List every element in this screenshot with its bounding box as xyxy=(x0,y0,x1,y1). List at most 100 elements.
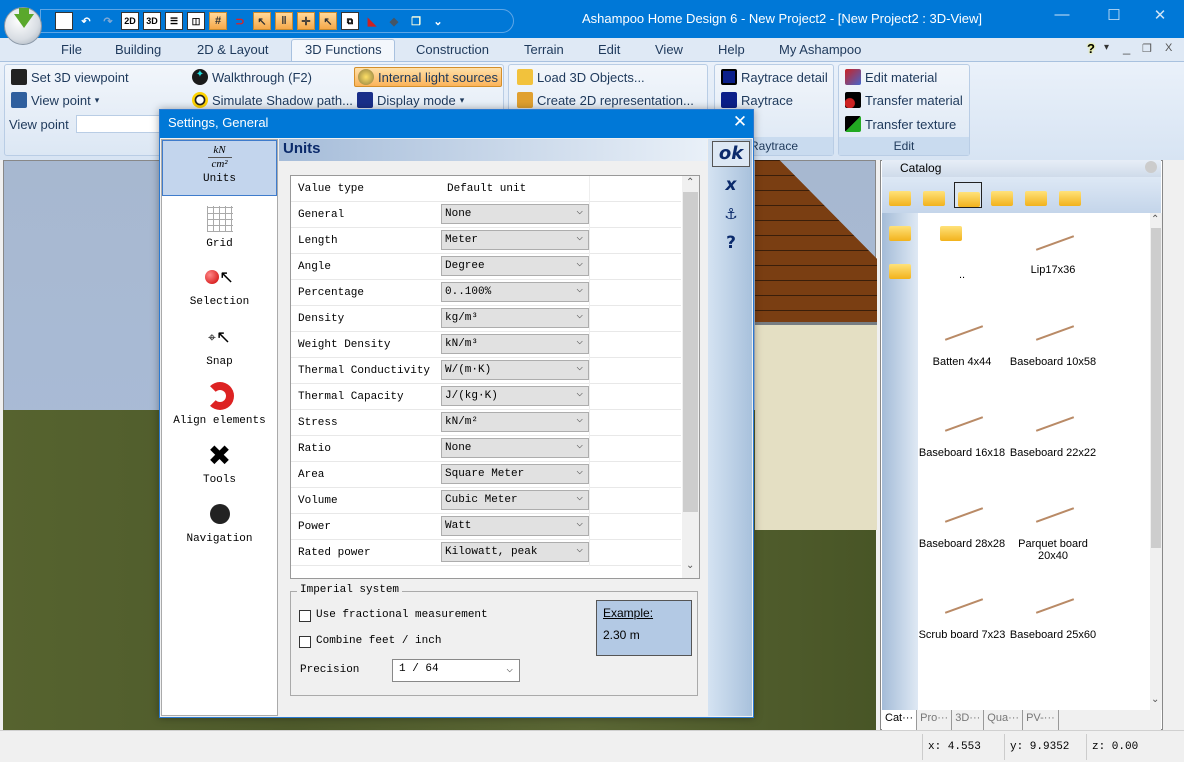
raytrace-detail-button[interactable]: Raytrace detail xyxy=(721,69,828,85)
close-button[interactable]: ✕ xyxy=(1145,6,1175,24)
unit-select[interactable]: J/(kg·K) xyxy=(441,385,589,406)
combine-feet-inch-checkbox[interactable] xyxy=(299,636,311,648)
view-point-input[interactable] xyxy=(76,115,161,133)
tab-catalog[interactable]: Cat··· xyxy=(882,710,918,730)
mdi-close-button[interactable]: X xyxy=(1165,42,1172,54)
grid-icon[interactable]: # xyxy=(209,12,227,30)
folder-globe-icon[interactable] xyxy=(1022,182,1050,208)
unit-select[interactable]: kN/m³ xyxy=(441,333,589,354)
transfer-texture-button[interactable]: Transfer texture xyxy=(845,116,956,132)
application-menu-button[interactable] xyxy=(4,7,42,45)
pin-icon[interactable] xyxy=(1145,161,1157,173)
unit-select[interactable]: kg/m³ xyxy=(441,307,589,328)
internal-light-sources-button[interactable]: Internal light sources xyxy=(354,67,502,87)
transfer-material-button[interactable]: Transfer material xyxy=(845,92,963,108)
nav-selection[interactable]: ↖ Selection xyxy=(162,258,277,314)
help-icon[interactable]: ? xyxy=(1087,41,1095,56)
redo-icon[interactable]: ↷ xyxy=(99,12,117,30)
catalog-item[interactable]: Lip17x36 xyxy=(1007,228,1099,276)
edit-material-button[interactable]: Edit material xyxy=(845,69,937,85)
tab-2d-layout[interactable]: 2D & Layout xyxy=(197,42,269,57)
tab-quantities[interactable]: Qua··· xyxy=(984,710,1024,730)
anchor-button[interactable]: ⚓ xyxy=(712,205,750,223)
tab-3d-functions[interactable]: 3D Functions xyxy=(305,42,382,57)
simulate-shadow-button[interactable]: Simulate Shadow path... xyxy=(192,92,353,108)
folder-up-icon[interactable] xyxy=(886,182,914,208)
fractional-checkbox[interactable] xyxy=(299,610,311,622)
unit-select[interactable]: None xyxy=(441,203,589,224)
layers-icon[interactable]: ◆ xyxy=(385,12,403,30)
table-scroll-down[interactable]: ⌄ xyxy=(686,560,694,571)
cancel-button[interactable]: x xyxy=(712,175,750,195)
table-scroll-thumb[interactable] xyxy=(683,192,698,512)
split-horizontal-icon[interactable]: ☰ xyxy=(165,12,183,30)
2d-view-icon[interactable]: 2D xyxy=(121,12,139,30)
folder-3d-objects-icon[interactable] xyxy=(954,182,982,208)
tab-construction[interactable]: Construction xyxy=(416,42,489,57)
snap-icon[interactable]: ✛ xyxy=(297,12,315,30)
unit-select[interactable]: 0..100% xyxy=(441,281,589,302)
unit-select[interactable]: Watt xyxy=(441,515,589,536)
maximize-button[interactable]: ☐ xyxy=(1099,6,1129,24)
texture-icon[interactable]: ◣ xyxy=(363,12,381,30)
pointer-icon[interactable]: ↖ xyxy=(319,12,337,30)
unit-select[interactable]: Degree xyxy=(441,255,589,276)
raytrace-button[interactable]: Raytrace xyxy=(721,92,793,108)
tab-project[interactable]: Pro··· xyxy=(917,710,953,730)
view-point-menu-button[interactable]: View point ▾ xyxy=(11,92,99,108)
tab-3d[interactable]: 3D··· xyxy=(952,710,985,730)
nav-align-elements[interactable]: Align elements xyxy=(162,377,277,432)
tab-terrain[interactable]: Terrain xyxy=(524,42,564,57)
unit-select[interactable]: None xyxy=(441,437,589,458)
3d-view-icon[interactable]: 3D xyxy=(143,12,161,30)
undo-icon[interactable]: ↶ xyxy=(77,12,95,30)
set-3d-viewpoint-button[interactable]: Set 3D viewpoint xyxy=(11,69,129,85)
unit-select[interactable]: Kilowatt, peak xyxy=(441,541,589,562)
copy-icon[interactable]: ❐ xyxy=(407,12,425,30)
display-mode-button[interactable]: Display mode ▾ xyxy=(357,92,464,108)
catalog-item[interactable]: Baseboard 25x60 xyxy=(1007,591,1099,641)
unit-select[interactable]: W/(m·K) xyxy=(441,359,589,380)
mdi-minimize-button[interactable]: _ xyxy=(1123,40,1130,55)
tab-file[interactable]: File xyxy=(61,42,82,57)
tab-my-ashampoo[interactable]: My Ashampoo xyxy=(779,42,861,57)
tab-building[interactable]: Building xyxy=(115,42,161,57)
unit-select[interactable]: Meter xyxy=(441,229,589,250)
catalog-item[interactable]: Baseboard 10x58 xyxy=(1007,318,1099,368)
create-2d-representation-button[interactable]: Create 2D representation... xyxy=(517,92,694,108)
walkthrough-button[interactable]: ✦ Walkthrough (F2) xyxy=(192,69,312,85)
ok-button[interactable]: ok xyxy=(712,141,750,167)
catalog-scroll-up[interactable]: ⌃ xyxy=(1151,214,1159,225)
minimize-button[interactable]: — xyxy=(1047,6,1077,23)
nav-snap[interactable]: ⌖ ↖ Snap xyxy=(162,318,277,373)
catalog-item[interactable]: Baseboard 22x22 xyxy=(1007,409,1099,459)
help-dropdown-icon[interactable]: ▾ xyxy=(1104,42,1109,53)
tab-view[interactable]: View xyxy=(655,42,683,57)
nav-units[interactable]: kN cm² Units xyxy=(162,140,277,196)
catalog-item[interactable]: Baseboard 28x28 xyxy=(916,500,1008,550)
nav-tools[interactable]: ✖ Tools xyxy=(162,436,277,491)
split-vertical-icon[interactable]: ◫ xyxy=(187,12,205,30)
nav-navigation[interactable]: Navigation xyxy=(162,495,277,550)
catalog-item[interactable]: Batten 4x44 xyxy=(916,318,1008,368)
columns-icon[interactable]: ‖ xyxy=(275,12,293,30)
select-cursor-icon[interactable]: ↖ xyxy=(253,12,271,30)
unit-select[interactable]: kN/m² xyxy=(441,411,589,432)
tab-pv[interactable]: PV-··· xyxy=(1023,710,1059,730)
tab-edit[interactable]: Edit xyxy=(598,42,620,57)
catalog-item-parent[interactable]: .. xyxy=(916,217,1008,281)
window-icon[interactable]: ⧉ xyxy=(341,12,359,30)
customize-qat-icon[interactable]: ⌄ xyxy=(429,12,447,30)
load-3d-objects-button[interactable]: Load 3D Objects... xyxy=(517,69,645,85)
help-button[interactable]: ? xyxy=(712,233,750,253)
table-scroll-up[interactable]: ⌃ xyxy=(686,177,694,188)
catalog-item[interactable]: Parquet board 20x40 xyxy=(1007,500,1099,562)
catalog-item[interactable]: Scrub board 7x23 xyxy=(916,591,1008,641)
precision-select[interactable]: 1 / 64 xyxy=(392,659,520,682)
catalog-scroll-thumb[interactable] xyxy=(1151,228,1161,548)
catalog-scroll-down[interactable]: ⌄ xyxy=(1151,694,1159,705)
nav-grid[interactable]: Grid xyxy=(162,200,277,255)
folder-images-icon[interactable] xyxy=(988,182,1016,208)
folder-shapes-icon[interactable] xyxy=(1056,182,1084,208)
magnet-icon[interactable]: ⊃ xyxy=(231,12,249,30)
